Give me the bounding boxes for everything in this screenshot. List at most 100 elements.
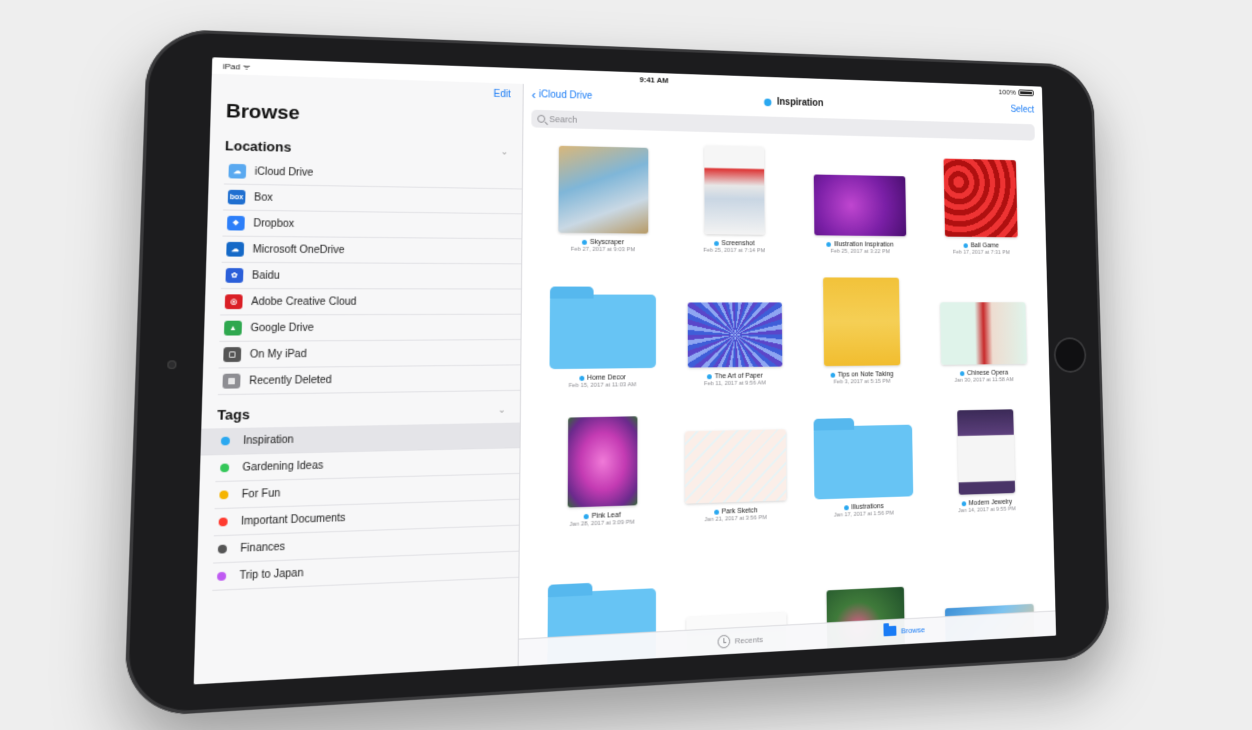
- file-name: Illustration Inspiration: [833, 241, 894, 249]
- sidebar-item-location[interactable]: ☁ Microsoft OneDrive: [221, 236, 522, 265]
- file-item[interactable]: Tips on Note Taking Feb 3, 2017 at 5:15 P…: [808, 272, 914, 386]
- file-date: Feb 3, 2017 at 5:15 PM: [833, 378, 891, 386]
- file-date: Jan 30, 2017 at 11:58 AM: [954, 377, 1014, 384]
- clock-icon: [717, 634, 731, 649]
- sidebar-item-location[interactable]: box Box: [223, 184, 522, 215]
- tag-dot-icon: [217, 544, 227, 554]
- sidebar-item-location[interactable]: ▤ Recently Deleted: [217, 365, 521, 396]
- sidebar: Edit Browse Locations ⌄ ☁ iCloud Drive box…: [193, 73, 524, 685]
- file-name: Screenshot: [721, 240, 755, 248]
- tag-dot-icon: [220, 436, 230, 446]
- file-thumbnail: [943, 158, 1018, 238]
- file-item[interactable]: Park Sketch Jan 21, 2017 at 3:56 PM: [680, 404, 790, 524]
- location-label: iCloud Drive: [254, 165, 314, 179]
- file-item[interactable]: Illustration Inspiration Feb 25, 2017 at …: [807, 142, 912, 255]
- tag-dot-icon: [826, 242, 832, 247]
- file-name: Skyscraper: [589, 238, 625, 247]
- sidebar-item-location[interactable]: ✿ Baidu: [220, 262, 522, 290]
- back-chevron-icon: ‹: [531, 86, 536, 102]
- edit-button[interactable]: Edit: [493, 89, 510, 100]
- home-button[interactable]: [1053, 337, 1087, 373]
- file-thumbnail: [567, 416, 637, 508]
- location-label: Google Drive: [250, 322, 314, 334]
- location-label: Recently Deleted: [248, 374, 332, 387]
- tag-dot-icon: [713, 509, 719, 515]
- file-thumbnail: [557, 145, 648, 234]
- folder-icon: [548, 294, 656, 370]
- location-label: Baidu: [251, 269, 280, 282]
- folder-title: Inspiration: [764, 97, 824, 109]
- file-thumbnail: [813, 174, 906, 237]
- tag-dot-icon: [843, 505, 849, 511]
- file-date: Jan 21, 2017 at 3:56 PM: [704, 514, 767, 524]
- ipad-icon: ▢: [223, 347, 242, 363]
- file-date: Feb 25, 2017 at 7:14 PM: [703, 247, 766, 255]
- location-label: Dropbox: [253, 217, 295, 230]
- search-placeholder: Search: [549, 114, 578, 125]
- tab-recents[interactable]: Recents: [717, 633, 763, 649]
- folder-item[interactable]: Illustrations Jan 17, 2017 at 1:56 PM: [810, 402, 917, 520]
- file-item[interactable]: Skyscraper Feb 27, 2017 at 9:03 PM: [546, 136, 659, 254]
- select-button[interactable]: Select: [1010, 105, 1034, 116]
- carrier-label: iPad ᯤ: [222, 61, 251, 72]
- tag-dot-icon: [220, 463, 230, 473]
- tag-dot-icon: [219, 490, 229, 500]
- onedrive-icon: ☁: [226, 241, 245, 257]
- tags-chevron-icon[interactable]: ⌄: [498, 404, 506, 415]
- file-item[interactable]: Chinese Opera Jan 30, 2017 at 11:58 AM: [932, 272, 1034, 384]
- tag-dot-icon: [583, 513, 589, 520]
- sidebar-item-location[interactable]: ❖ Dropbox: [222, 210, 522, 240]
- file-caption: Tips on Note Taking: [830, 371, 894, 379]
- file-item[interactable]: The Art of Paper Feb 11, 2017 at 9:56 AM: [680, 271, 789, 387]
- locations-chevron-icon[interactable]: ⌄: [501, 146, 509, 157]
- location-label: Adobe Creative Cloud: [251, 295, 357, 308]
- file-name: Chinese Opera: [966, 369, 1009, 377]
- tags-title: Tags: [217, 406, 250, 423]
- tag-dot-icon: [713, 241, 719, 246]
- location-label: Box: [253, 191, 273, 204]
- file-name: Park Sketch: [721, 507, 758, 516]
- sidebar-item-location[interactable]: ▢ On My iPad: [218, 339, 521, 369]
- file-thumbnail: [822, 277, 900, 367]
- file-thumbnail: [687, 302, 782, 368]
- file-caption: Illustrations: [843, 503, 884, 512]
- file-date: Feb 17, 2017 at 7:31 PM: [952, 249, 1011, 256]
- search-icon: [537, 114, 546, 123]
- sidebar-item-location[interactable]: ▲ Google Drive: [219, 314, 521, 342]
- folder-title-text: Inspiration: [776, 97, 824, 109]
- file-caption: Chinese Opera: [959, 369, 1009, 377]
- back-button[interactable]: ‹ iCloud Drive: [531, 86, 593, 102]
- file-item[interactable]: Ball Game Feb 17, 2017 at 7:31 PM: [929, 145, 1031, 256]
- trash-icon: ▤: [222, 373, 241, 389]
- tag-label: For Fun: [241, 487, 281, 501]
- tag-dot-icon: [218, 517, 228, 527]
- ipad-device: iPad ᯤ 9:41 AM 100% Edit Browse Location…: [123, 28, 1111, 718]
- tag-label: Trip to Japan: [239, 567, 304, 582]
- battery-percent: 100%: [998, 87, 1017, 97]
- file-name: Illustrations: [851, 503, 884, 512]
- sidebar-item-location[interactable]: ◎ Adobe Creative Cloud: [220, 289, 521, 316]
- tab-browse[interactable]: Browse: [883, 624, 925, 637]
- clock-time: 9:41 AM: [639, 75, 669, 85]
- back-label: iCloud Drive: [538, 89, 593, 102]
- folder-item[interactable]: Home Decor Feb 15, 2017 at 11:03 AM: [545, 270, 659, 389]
- file-caption: Home Decor: [579, 374, 626, 382]
- screen: iPad ᯤ 9:41 AM 100% Edit Browse Location…: [193, 57, 1057, 685]
- file-name: Home Decor: [587, 374, 626, 382]
- file-item[interactable]: Screenshot Feb 25, 2017 at 7:14 PM: [680, 139, 788, 254]
- locations-list: ☁ iCloud Drive box Box ❖ Dropbox ☁ Microsoft On…: [217, 158, 523, 396]
- file-thumbnail: [939, 302, 1027, 365]
- tag-dot-icon: [963, 243, 969, 249]
- file-caption: Ball Game: [963, 242, 999, 249]
- file-item[interactable]: Pink Leaf Jan 28, 2017 at 3:09 PM: [544, 406, 659, 529]
- file-caption: Illustration Inspiration: [826, 241, 894, 249]
- locations-title: Locations: [224, 137, 292, 155]
- file-caption: The Art of Paper: [706, 373, 763, 381]
- file-date: Feb 11, 2017 at 9:56 AM: [704, 380, 766, 388]
- tag-dot-icon: [959, 371, 965, 377]
- file-item[interactable]: Modern Jewelry Jan 14, 2017 at 9:55 PM: [934, 399, 1037, 514]
- sidebar-title: Browse: [225, 100, 301, 125]
- file-name: Pink Leaf: [591, 511, 621, 521]
- tag-dot-icon: [217, 571, 227, 581]
- file-caption: Screenshot: [713, 240, 755, 248]
